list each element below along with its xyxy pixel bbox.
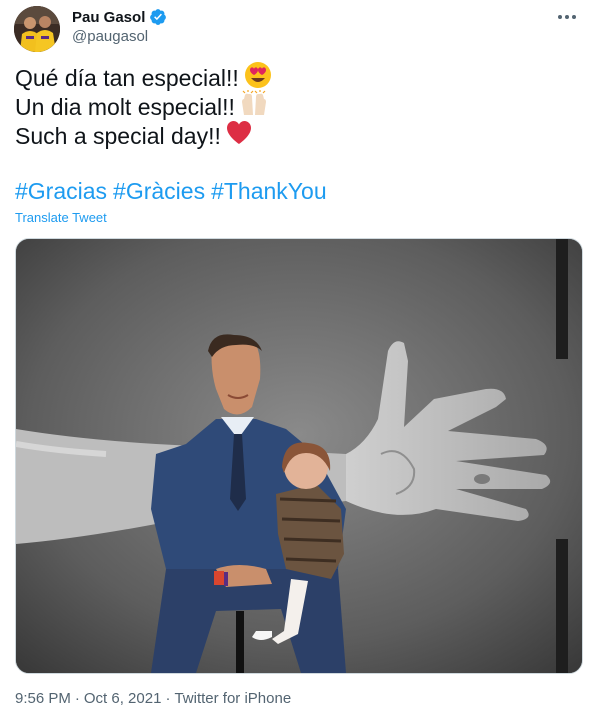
tweet-text: Qué día tan especial!! Un dia molt espec… <box>15 62 273 153</box>
meta-separator: · <box>165 690 171 707</box>
tweet-line-text: Un dia molt especial!! <box>15 94 235 120</box>
handle[interactable]: @paugasol <box>72 28 148 45</box>
more-dot-icon <box>558 15 562 19</box>
more-options-button[interactable] <box>552 6 582 28</box>
hashtag-link[interactable]: #ThankYou <box>211 178 327 205</box>
tweet: Pau Gasol @paugasol Qué día tan especial… <box>0 0 602 715</box>
tweet-line-text: Qué día tan especial!! <box>15 65 239 91</box>
display-name[interactable]: Pau Gasol <box>72 9 145 26</box>
tweet-line: Qué día tan especial!! <box>15 62 273 93</box>
photo-illustration <box>16 239 582 673</box>
verified-badge-icon <box>150 9 167 25</box>
hashtags: #Gracias #Gràcies #ThankYou <box>15 178 333 205</box>
tweet-meta: 9:56 PM · Oct 6, 2021 · Twitter for iPho… <box>15 690 291 707</box>
hashtag-link[interactable]: #Gracias <box>15 178 107 205</box>
translate-tweet-link[interactable]: Translate Tweet <box>15 210 107 225</box>
author-name-row: Pau Gasol <box>72 7 167 27</box>
more-dot-icon <box>565 15 569 19</box>
avatar[interactable] <box>14 6 60 52</box>
tweet-date[interactable]: Oct 6, 2021 <box>84 690 162 707</box>
tweet-photo[interactable] <box>15 238 583 674</box>
hashtag-link[interactable]: #Gràcies <box>113 178 205 205</box>
tweet-source[interactable]: Twitter for iPhone <box>174 690 291 707</box>
tweet-time[interactable]: 9:56 PM <box>15 690 71 707</box>
red-heart-emoji-icon <box>225 120 253 153</box>
more-dot-icon <box>572 15 576 19</box>
tweet-line: Un dia molt especial!! <box>15 90 273 122</box>
tweet-line: Such a special day!! <box>15 120 273 153</box>
meta-separator: · <box>74 690 80 707</box>
tweet-line-text: Such a special day!! <box>15 123 221 149</box>
